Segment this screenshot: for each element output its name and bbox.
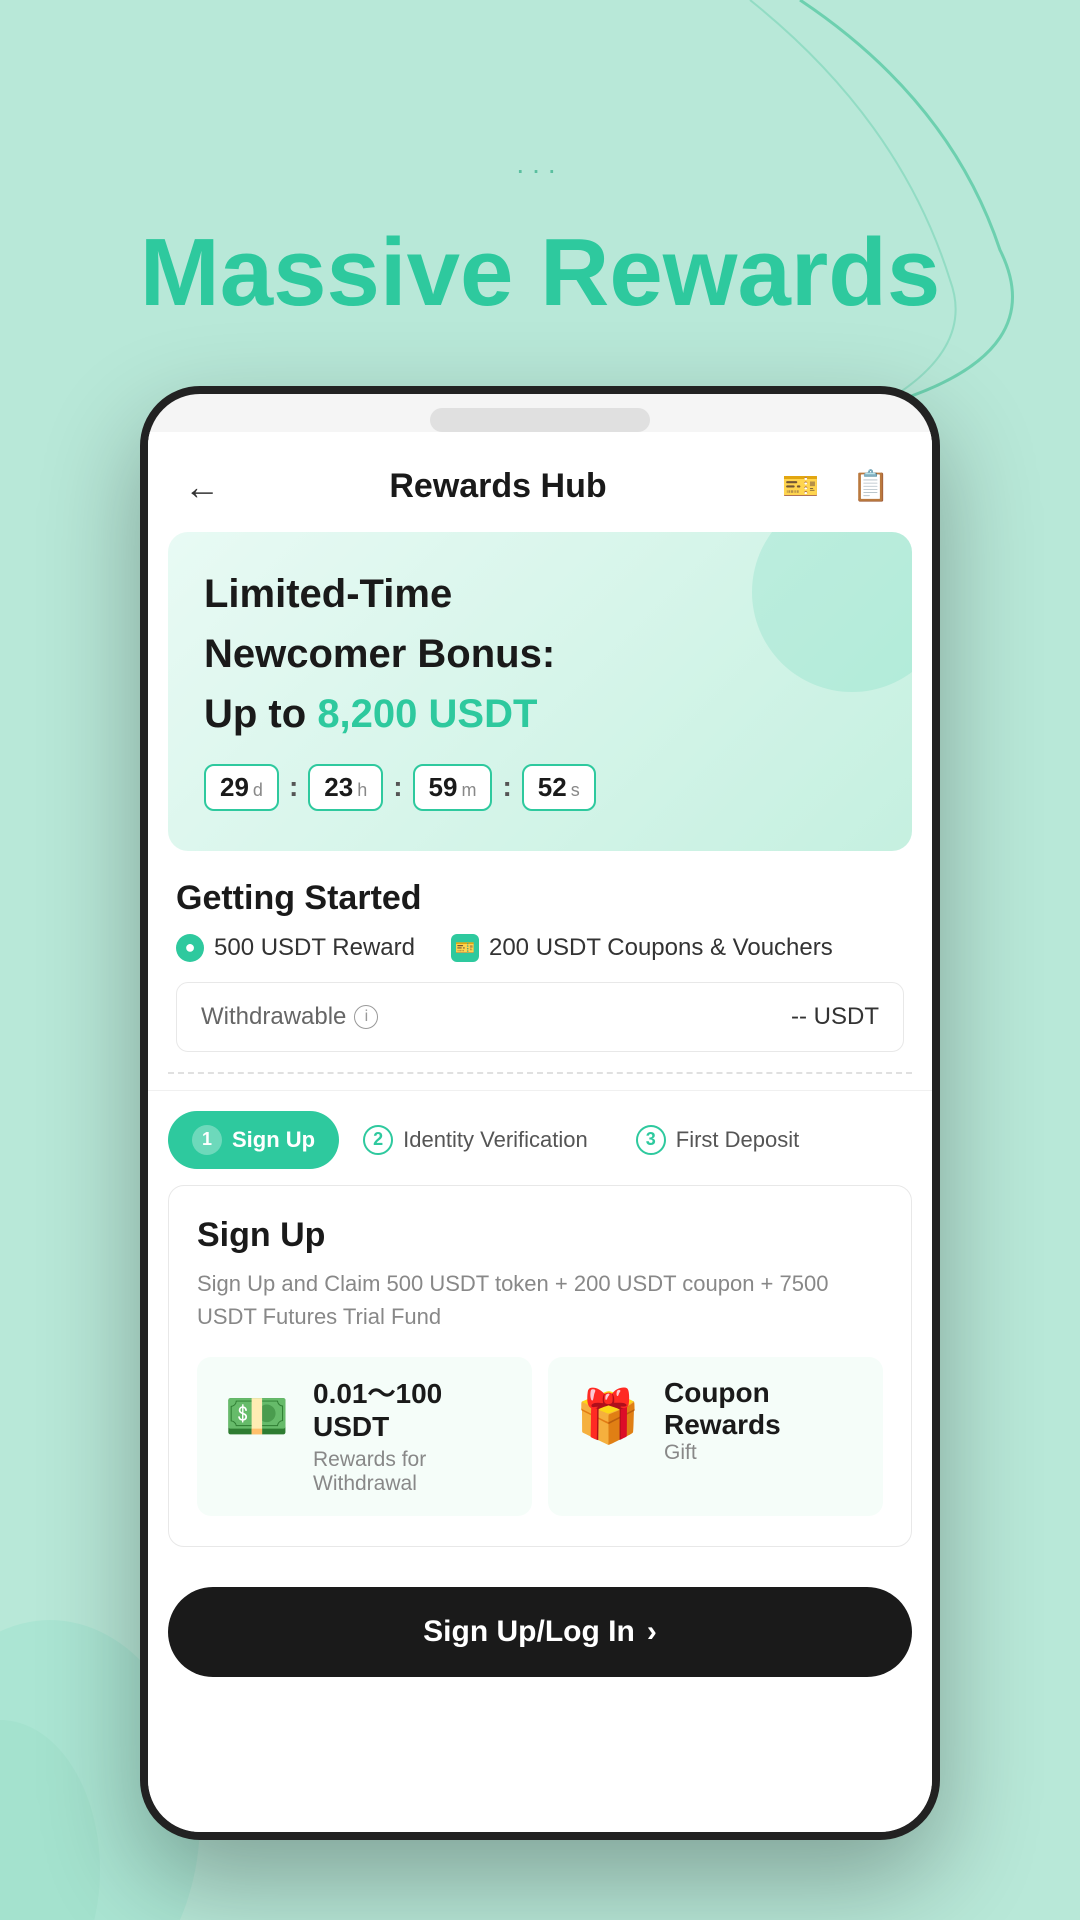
reward-card-1: 💵 0.01～100 USDT Rewards for Withdrawal xyxy=(197,1357,532,1516)
reward-item-1: ● 500 USDT Reward xyxy=(176,934,415,962)
title-green: Rewards xyxy=(540,219,940,326)
signup-content: Sign Up Sign Up and Claim 500 USDT token… xyxy=(168,1185,912,1547)
banner-prefix: Up to xyxy=(204,692,317,736)
page-title-section: Massive Rewards xyxy=(0,0,1080,326)
signup-description: Sign Up and Claim 500 USDT token + 200 U… xyxy=(197,1267,883,1333)
reward-1-label: 500 USDT Reward xyxy=(214,934,415,962)
clipboard-icon[interactable]: 📋 xyxy=(846,462,896,512)
banner-amount: 8,200 USDT xyxy=(317,692,537,736)
countdown-timer: 29d : 23h : 59m : 52s xyxy=(204,764,876,811)
signup-login-label: Sign Up/Log In xyxy=(423,1615,635,1649)
rewards-row: ● 500 USDT Reward 🎫 200 USDT Coupons & V… xyxy=(176,934,904,962)
reward-icon-circle: ● xyxy=(176,934,204,962)
phone-mockup: ← Rewards Hub 🎫 📋 Limited-Time Newcomer … xyxy=(140,386,940,1840)
card2-info: Coupon Rewards Gift xyxy=(664,1377,863,1465)
arrow-icon: › xyxy=(647,1615,657,1649)
card2-icon: 🎁 xyxy=(568,1377,648,1457)
card1-amount: 0.01～100 xyxy=(313,1377,512,1411)
title-black: Massive xyxy=(140,219,540,326)
banner-line3: Up to 8,200 USDT xyxy=(204,688,876,740)
header-icons: 🎫 📋 xyxy=(776,462,896,512)
tab-3-label: First Deposit xyxy=(676,1127,799,1153)
ticket-icon[interactable]: 🎫 xyxy=(776,462,826,512)
bonus-banner: Limited-Time Newcomer Bonus: Up to 8,200… xyxy=(168,532,912,851)
withdrawable-value: -- USDT xyxy=(791,1003,879,1031)
reward-card-2: 🎁 Coupon Rewards Gift xyxy=(548,1357,883,1516)
sep2: : xyxy=(393,771,402,803)
card1-unit: USDT xyxy=(313,1410,512,1444)
tab-1-label: Sign Up xyxy=(232,1127,315,1153)
app-header: ← Rewards Hub 🎫 📋 xyxy=(148,432,932,532)
card2-type: Coupon Rewards xyxy=(664,1377,863,1441)
tab-3-num: 3 xyxy=(636,1125,666,1155)
sep1: : xyxy=(289,771,298,803)
tab-signup[interactable]: 1 Sign Up xyxy=(168,1111,339,1169)
divider xyxy=(168,1072,912,1074)
tab-deposit[interactable]: 3 First Deposit xyxy=(612,1111,823,1169)
reward-item-2: 🎫 200 USDT Coupons & Vouchers xyxy=(451,934,833,962)
header-title: Rewards Hub xyxy=(389,467,606,506)
signup-title: Sign Up xyxy=(197,1216,883,1255)
countdown-hours: 23h xyxy=(308,764,383,811)
banner-line1: Limited-Time xyxy=(204,568,876,620)
countdown-days: 29d xyxy=(204,764,279,811)
card1-icon: 💵 xyxy=(217,1377,297,1457)
app-content: ← Rewards Hub 🎫 📋 Limited-Time Newcomer … xyxy=(148,432,932,1832)
reward-2-label: 200 USDT Coupons & Vouchers xyxy=(489,934,833,962)
info-icon[interactable]: i xyxy=(354,1005,378,1029)
sep3: : xyxy=(502,771,511,803)
withdrawable-label: Withdrawable i xyxy=(201,1003,378,1031)
card2-sub: Gift xyxy=(664,1441,863,1465)
withdrawable-row: Withdrawable i -- USDT xyxy=(176,982,904,1052)
tab-1-num: 1 xyxy=(192,1125,222,1155)
card1-info: 0.01～100 USDT Rewards for Withdrawal xyxy=(313,1377,512,1496)
back-button[interactable]: ← xyxy=(184,466,220,508)
banner-line2: Newcomer Bonus: xyxy=(204,628,876,680)
countdown-minutes: 59m xyxy=(413,764,493,811)
reward-icon-badge: 🎫 xyxy=(451,934,479,962)
signup-login-button[interactable]: Sign Up/Log In › xyxy=(168,1587,912,1677)
tabs: 1 Sign Up 2 Identity Verification 3 Firs… xyxy=(168,1111,912,1169)
phone-notch xyxy=(430,408,650,432)
card1-label: Rewards for Withdrawal xyxy=(313,1448,512,1496)
getting-started-title: Getting Started xyxy=(176,879,904,918)
tab-2-num: 2 xyxy=(363,1125,393,1155)
tabs-container: 1 Sign Up 2 Identity Verification 3 Firs… xyxy=(148,1090,932,1169)
rewards-cards: 💵 0.01～100 USDT Rewards for Withdrawal 🎁… xyxy=(197,1357,883,1516)
bottom-btn-container: Sign Up/Log In › xyxy=(148,1563,932,1709)
tab-2-label: Identity Verification xyxy=(403,1127,588,1153)
tab-identity[interactable]: 2 Identity Verification xyxy=(339,1111,612,1169)
countdown-seconds: 52s xyxy=(522,764,596,811)
getting-started-section: Getting Started ● 500 USDT Reward 🎫 200 … xyxy=(148,851,932,1052)
